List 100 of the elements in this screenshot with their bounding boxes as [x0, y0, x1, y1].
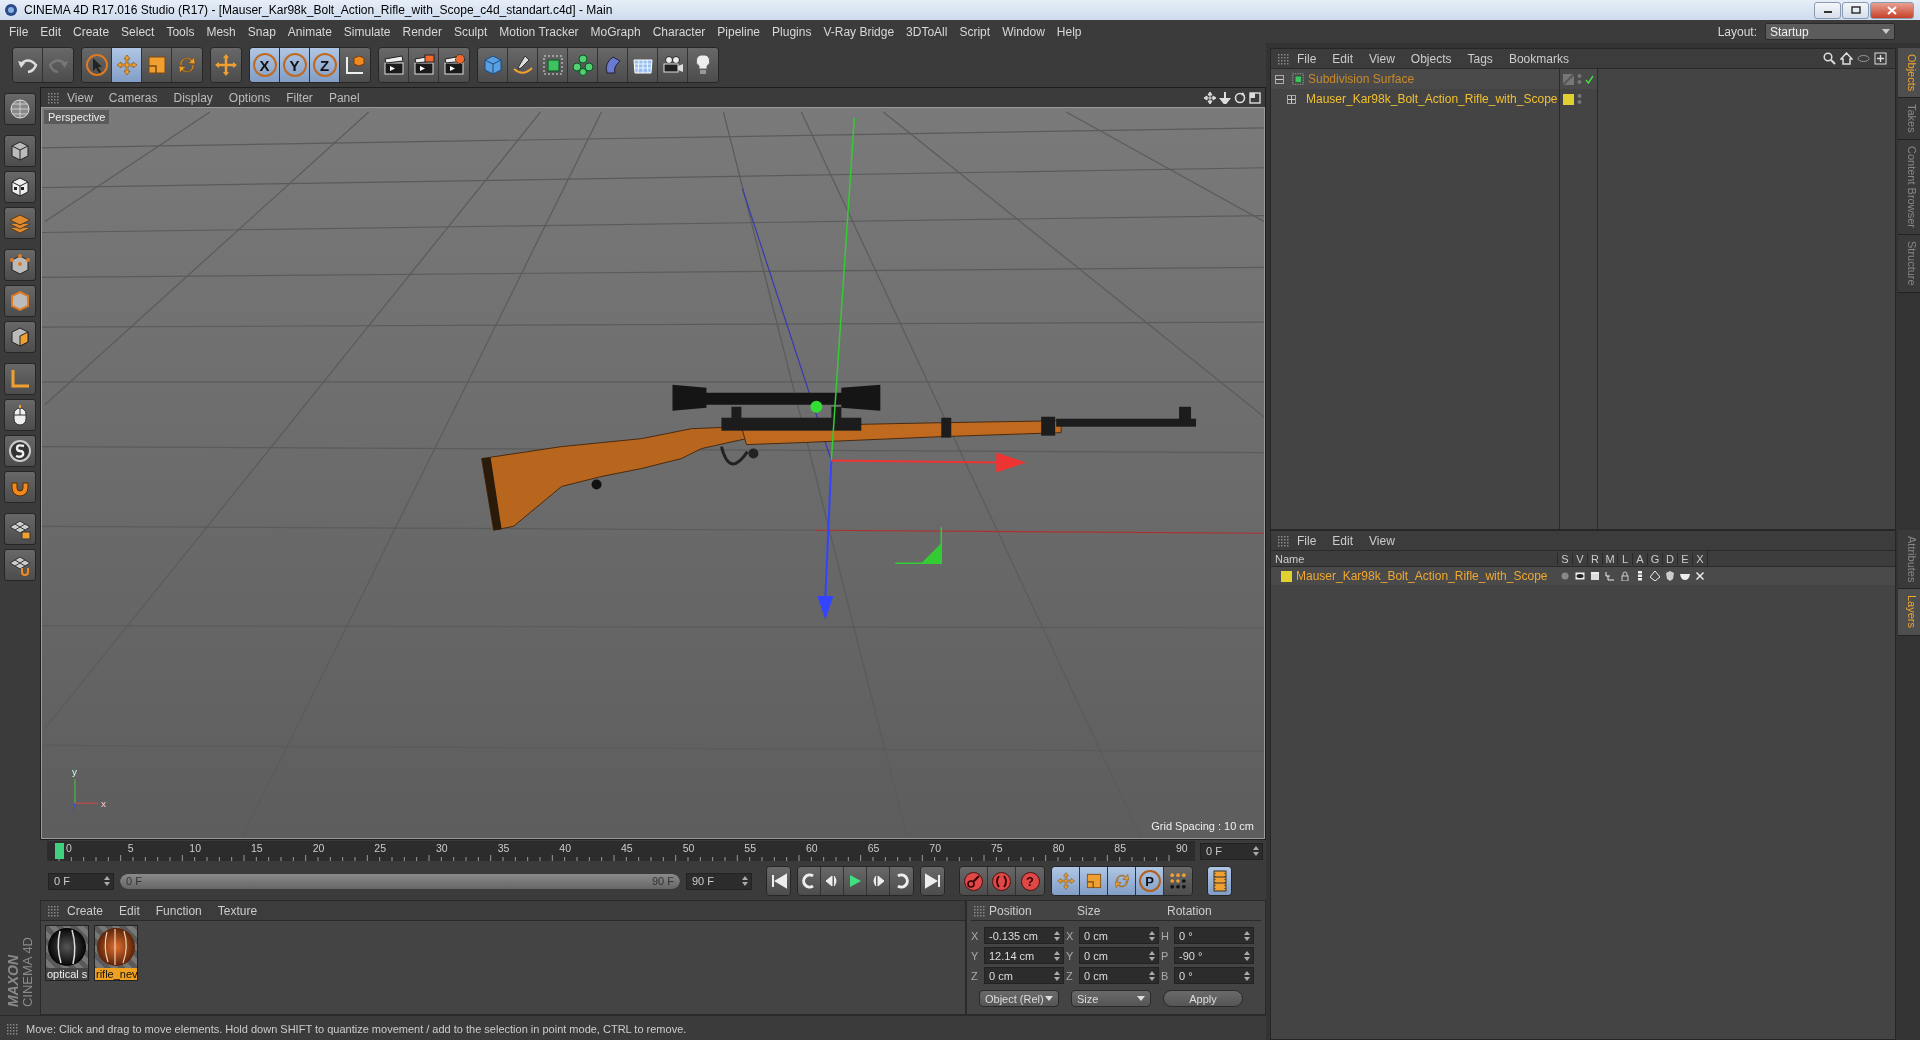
menu-item[interactable]: Pipeline: [711, 24, 767, 39]
column-header[interactable]: M: [1602, 552, 1617, 565]
key-mode-button[interactable]: [1052, 867, 1080, 895]
menu-item[interactable]: Create: [67, 24, 116, 39]
material-menu-item[interactable]: Texture: [209, 903, 266, 918]
playback-button[interactable]: [767, 867, 790, 895]
value-field[interactable]: 0 °: [1174, 927, 1254, 944]
menu-item[interactable]: File: [3, 24, 35, 39]
playback-button[interactable]: [821, 867, 844, 895]
material-swatch[interactable]: optical s: [45, 925, 89, 981]
record-button[interactable]: [960, 867, 988, 895]
layer-color-swatch[interactable]: [1563, 93, 1574, 105]
close-button[interactable]: [1870, 1, 1914, 19]
solo-dot-icon[interactable]: [1559, 571, 1570, 581]
column-header[interactable]: D: [1662, 552, 1677, 565]
layout-dropdown[interactable]: Startup: [1765, 23, 1895, 40]
clapboard-icon[interactable]: [1589, 571, 1600, 581]
plane-handle-icon[interactable]: [894, 526, 942, 564]
menu-item[interactable]: Tools: [160, 24, 201, 39]
menu-item[interactable]: Motion Tracker: [493, 24, 585, 39]
column-header[interactable]: S: [1557, 552, 1572, 565]
current-frame-field[interactable]: 0 F: [1200, 842, 1263, 860]
column-header[interactable]: X: [1692, 552, 1707, 565]
tool-button[interactable]: [340, 48, 370, 82]
menu-item[interactable]: Help: [1050, 24, 1088, 39]
column-header[interactable]: G: [1647, 552, 1662, 565]
menu-item[interactable]: Animate: [281, 24, 338, 39]
menu-item[interactable]: V-Ray Bridge: [817, 24, 901, 39]
viewport-menu-item[interactable]: Filter: [278, 90, 321, 105]
column-header[interactable]: Name: [1271, 552, 1557, 565]
axis-lock-button[interactable]: Z: [310, 48, 340, 82]
end-frame-field[interactable]: 90 F: [686, 872, 752, 890]
mode-button[interactable]: [4, 93, 36, 125]
menu-item[interactable]: MoGraph: [584, 24, 647, 39]
collapse-icon[interactable]: [1275, 74, 1284, 84]
tool-button[interactable]: [142, 48, 172, 82]
eye-icon[interactable]: [1574, 571, 1585, 581]
mode-button[interactable]: [4, 321, 36, 353]
start-frame-field[interactable]: 0 F: [48, 872, 114, 890]
tool-button[interactable]: [112, 48, 142, 82]
playback-button[interactable]: [890, 867, 913, 895]
key-mode-button[interactable]: P: [1136, 867, 1164, 895]
mode-button[interactable]: [4, 171, 36, 203]
playback-button[interactable]: [798, 867, 821, 895]
tool-button[interactable]: [13, 48, 43, 82]
viewport-menu-item[interactable]: Panel: [320, 90, 368, 105]
value-field[interactable]: 0 cm: [1079, 947, 1159, 964]
tool-button[interactable]: [508, 48, 538, 82]
menu-item[interactable]: Mesh: [200, 24, 242, 39]
apply-button[interactable]: Apply: [1163, 990, 1243, 1007]
bowl-icon[interactable]: [1679, 571, 1690, 581]
axis-gizmo[interactable]: [810, 117, 1027, 620]
menu-item[interactable]: Window: [996, 24, 1051, 39]
tool-button[interactable]: [628, 48, 658, 82]
menu-item[interactable]: Simulate: [337, 24, 397, 39]
menu-item[interactable]: Select: [115, 24, 161, 39]
pyramid-icon[interactable]: [1649, 571, 1660, 581]
panel-menu-item[interactable]: Edit: [1324, 51, 1362, 66]
menu-item[interactable]: 3DToAll: [900, 24, 954, 39]
viewport-menu-item[interactable]: Cameras: [100, 90, 166, 105]
mode-button[interactable]: [4, 549, 36, 581]
object-name[interactable]: Mauser_Kar98k_Bolt_Action_Rifle_with_Scope: [1306, 92, 1558, 106]
edit-toggle-icon[interactable]: [1563, 73, 1574, 85]
layer-row[interactable]: Mauser_Kar98k_Bolt_Action_Rifle_with_Scope: [1271, 567, 1895, 585]
tool-button[interactable]: [658, 48, 688, 82]
tool-button[interactable]: [379, 48, 409, 82]
side-tab[interactable]: Layers: [1898, 589, 1920, 636]
mode-button[interactable]: [4, 207, 36, 239]
viewport-menu-item[interactable]: Display: [165, 90, 221, 105]
expand-icon[interactable]: [1287, 94, 1296, 104]
coordinate-mode-dropdown[interactable]: Object (Rel): [979, 990, 1059, 1007]
visibility-dots-icon[interactable]: [1577, 73, 1582, 85]
visibility-dots-icon[interactable]: [1577, 93, 1582, 105]
menu-item[interactable]: Render: [396, 24, 448, 39]
home-icon[interactable]: [1840, 52, 1853, 65]
axis-lock-button[interactable]: X: [250, 48, 280, 82]
panel-menu-item[interactable]: Tags: [1459, 51, 1501, 66]
record-button[interactable]: ?: [1016, 867, 1044, 895]
pan-icon[interactable]: [1204, 91, 1216, 104]
value-field[interactable]: 0 cm: [1079, 967, 1159, 984]
column-header[interactable]: E: [1677, 552, 1692, 565]
column-header[interactable]: R: [1587, 552, 1602, 565]
mode-button[interactable]: [4, 249, 36, 281]
mode-button[interactable]: [4, 513, 36, 545]
material-swatch[interactable]: rifle_nev: [94, 925, 138, 981]
shield-icon[interactable]: [1664, 571, 1675, 581]
maximize-button[interactable]: [1842, 1, 1869, 19]
column-header[interactable]: L: [1617, 552, 1632, 565]
padlock-icon[interactable]: [1619, 571, 1630, 581]
layer-name[interactable]: Mauser_Kar98k_Bolt_Action_Rifle_with_Scope: [1296, 569, 1548, 583]
mode-button[interactable]: [4, 135, 36, 167]
panel-menu-item[interactable]: View: [1361, 533, 1403, 548]
value-field[interactable]: 0 °: [1174, 967, 1254, 984]
material-menu-item[interactable]: Create: [59, 903, 112, 918]
gear-icon[interactable]: [1694, 571, 1705, 581]
key-mode-button[interactable]: [1108, 867, 1136, 895]
check-icon[interactable]: [1585, 74, 1594, 84]
mode-button[interactable]: [4, 435, 36, 467]
value-field[interactable]: -90 °: [1174, 947, 1254, 964]
timeline-view-button[interactable]: [1208, 867, 1231, 895]
